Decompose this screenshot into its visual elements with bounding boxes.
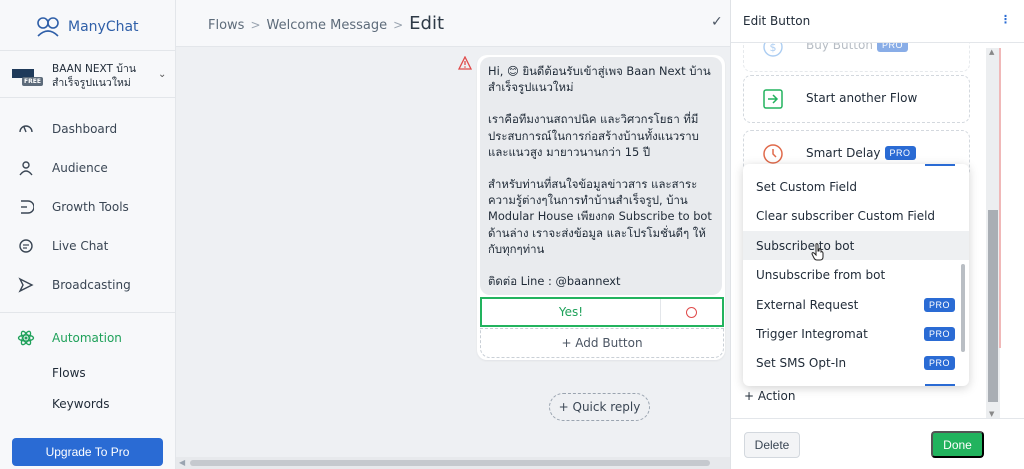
sidebar-item-label: Dashboard xyxy=(52,122,118,136)
sidebar-item-label: Growth Tools xyxy=(52,200,129,214)
dropdown-scrollbar[interactable] xyxy=(961,264,965,352)
pro-badge: PRO xyxy=(884,146,916,160)
breadcrumb-separator: > xyxy=(250,18,261,32)
dropdown-item-label: Unsubscribe from bot xyxy=(756,267,886,282)
option-start-another-flow[interactable]: Start another Flow xyxy=(743,75,970,123)
dropdown-item-external-request[interactable]: External Request PRO xyxy=(743,290,969,319)
dropdown-item-label: Set Custom Field xyxy=(756,179,858,194)
button-action-circle-icon[interactable] xyxy=(686,307,697,318)
scroll-down-arrow-icon[interactable]: ▼ xyxy=(989,410,994,418)
upgrade-to-pro-button[interactable]: Upgrade To Pro xyxy=(12,438,163,466)
pro-badge: PRO xyxy=(923,298,955,312)
dropdown-item-set-custom-field[interactable]: Set Custom Field xyxy=(743,172,969,201)
manychat-logo-icon xyxy=(37,17,59,37)
dropdown-item-set-sms-opt-in[interactable]: Set SMS Opt-In PRO xyxy=(743,348,969,377)
panel-vertical-scrollbar[interactable]: ▲ ▼ xyxy=(986,48,1000,418)
done-button[interactable]: Done xyxy=(931,431,984,458)
sidebar-divider xyxy=(0,312,176,313)
chat-bubble-icon xyxy=(17,237,35,255)
sidebar-item-label: Broadcasting xyxy=(52,278,131,292)
sidebar-item-label: Automation xyxy=(52,331,122,345)
sidebar-item-broadcasting[interactable]: Broadcasting xyxy=(0,266,176,304)
plan-badge: FREE xyxy=(22,77,43,86)
breadcrumb-flows[interactable]: Flows xyxy=(208,18,244,33)
dropdown-item-label: External Request xyxy=(756,297,859,312)
top-header: Flows > Welcome Message > Edit ✓ xyxy=(176,0,730,47)
account-switcher[interactable]: FREE BAAN NEXT บ้านสำเร็จรูปแนวใหม่ ⌄ xyxy=(0,50,176,98)
scrollbar-thumb[interactable] xyxy=(988,210,998,402)
pro-badge: PRO xyxy=(876,42,908,52)
quick-reply-button[interactable]: + Quick reply xyxy=(549,393,650,421)
delete-button[interactable]: Delete xyxy=(744,432,800,458)
sidebar-subitem-keywords[interactable]: Keywords xyxy=(52,397,110,411)
pro-badge: PRO xyxy=(923,327,955,341)
warning-icon[interactable] xyxy=(458,56,472,70)
sidebar-subitem-flows[interactable]: Flows xyxy=(52,366,86,380)
dollar-icon: $ xyxy=(763,42,783,57)
sidebar-item-audience[interactable]: Audience xyxy=(0,149,176,187)
atom-icon xyxy=(17,329,35,347)
scroll-up-arrow-icon[interactable]: ▲ xyxy=(989,48,994,56)
horizontal-scrollbar[interactable]: ◀ xyxy=(176,457,730,469)
message-button-label: Yes! xyxy=(558,305,584,319)
message-text-bubble[interactable]: Hi, 😊 ยินดีต้อนรับเข้าสู่เพจ Baan Next บ… xyxy=(480,57,722,295)
add-button[interactable]: + Add Button xyxy=(480,328,724,358)
scrollbar-thumb[interactable] xyxy=(190,460,710,466)
dropdown-item-label: Trigger Integromat xyxy=(756,326,868,341)
dropdown-item-subscribe-to-bot[interactable]: Subscribe to bot xyxy=(743,231,969,260)
message-button-yes[interactable]: Yes! xyxy=(480,297,724,327)
growth-tools-icon xyxy=(17,198,35,216)
account-avatar: FREE xyxy=(12,69,46,87)
dropdown-item-label: Subscribe to bot xyxy=(756,238,855,253)
sidebar: ManyChat FREE BAAN NEXT บ้านสำเร็จรูปแนว… xyxy=(0,0,176,469)
option-label: Start another Flow xyxy=(806,91,918,105)
sidebar-item-dashboard[interactable]: Dashboard xyxy=(0,110,176,148)
dropdown-item-unsubscribe-from-bot[interactable]: Unsubscribe from bot xyxy=(743,260,969,289)
sidebar-item-label: Audience xyxy=(52,161,108,175)
send-icon xyxy=(17,276,35,294)
account-name: BAAN NEXT บ้านสำเร็จรูปแนวใหม่ xyxy=(52,63,137,89)
dropdown-item-trigger-integromat[interactable]: Trigger Integromat PRO xyxy=(743,319,969,348)
more-options-icon[interactable]: ⋮ xyxy=(1000,13,1011,26)
page-title: Edit xyxy=(409,13,445,34)
message-paragraph: Hi, 😊 ยินดีต้อนรับเข้าสู่เพจ Baan Next บ… xyxy=(488,64,711,95)
person-icon xyxy=(17,159,35,177)
chevron-down-icon: ⌄ xyxy=(158,69,167,80)
clock-icon xyxy=(763,144,783,164)
breadcrumb: Flows > Welcome Message > Edit xyxy=(208,13,444,34)
flow-enter-icon xyxy=(763,89,783,109)
option-label: Buy Button xyxy=(806,42,873,52)
hand-pointer-icon xyxy=(811,243,824,261)
message-paragraph: สำหรับท่านที่สนใจข้อมูลข่าวสาร และสาระคว… xyxy=(488,177,712,256)
manychat-logo[interactable]: ManyChat xyxy=(34,14,139,40)
scroll-left-arrow-icon[interactable]: ◀ xyxy=(179,458,185,467)
dashboard-gauge-icon xyxy=(17,120,35,138)
checkmark-icon[interactable]: ✓ xyxy=(711,14,723,30)
sidebar-item-automation[interactable]: Automation xyxy=(0,319,176,357)
message-paragraph: ติดต่อ Line : @baannext xyxy=(488,274,621,289)
action-dropdown-menu: Set Custom Field Clear subscriber Custom… xyxy=(743,164,969,386)
sidebar-item-live-chat[interactable]: Live Chat xyxy=(0,227,176,265)
dropdown-item-label: Clear subscriber Custom Field xyxy=(756,208,936,223)
dropdown-item-clear-custom-field[interactable]: Clear subscriber Custom Field xyxy=(743,201,969,230)
panel-title: Edit Button xyxy=(743,14,811,28)
option-buy-button[interactable]: $ Buy Button PRO xyxy=(743,42,970,72)
message-paragraph: เราคือทีมงานสถาปนิค และวิศวกรโยธา ที่มีป… xyxy=(488,112,699,159)
svg-text:$: $ xyxy=(770,42,777,54)
option-label: Smart Delay xyxy=(806,146,881,160)
pro-badge: PRO xyxy=(923,356,955,370)
sidebar-item-label: Live Chat xyxy=(52,239,109,253)
add-action-button[interactable]: + Action xyxy=(744,389,795,403)
breadcrumb-separator: > xyxy=(393,18,404,32)
dropdown-item-label: Set SMS Opt-In xyxy=(756,355,847,370)
brand-name: ManyChat xyxy=(68,19,139,35)
sidebar-item-growth-tools[interactable]: Growth Tools xyxy=(0,188,176,226)
breadcrumb-welcome-message[interactable]: Welcome Message xyxy=(267,18,388,33)
